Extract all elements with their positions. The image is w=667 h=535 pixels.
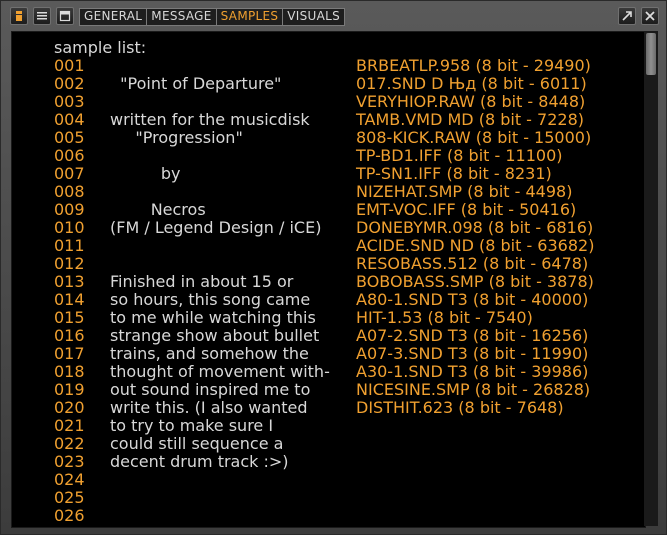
row-number: 025 <box>54 488 85 507</box>
tab-general[interactable]: GENERAL <box>80 9 148 25</box>
expand-icon <box>622 11 632 21</box>
row-number: 004 <box>54 110 85 129</box>
sample-name: 017.SND D Њд (8 bit - 6011) <box>356 74 587 93</box>
message-line: Finished in about 15 or <box>110 272 294 291</box>
row-number: 001 <box>54 56 85 75</box>
sample-name: A80-1.SND T3 (8 bit - 40000) <box>356 290 589 309</box>
sample-name: BRBEATLP.958 (8 bit - 29490) <box>356 56 591 75</box>
samples-panel: sample list: 001 BRBEATLP.958 (8 bit - 29… <box>11 31 646 528</box>
message-line: so hours, this song came <box>110 290 311 309</box>
maximize-button[interactable] <box>618 7 636 25</box>
message-line: to me while watching this <box>110 308 316 327</box>
message-line: to try to make sure I <box>110 416 274 435</box>
row-number: 021 <box>54 416 85 435</box>
player-window: GENERAL MESSAGE SAMPLES VISUALS sample l… <box>0 0 667 535</box>
sample-name: BOBOBASS.SMP (8 bit - 3878) <box>356 272 594 291</box>
tab-message[interactable]: MESSAGE <box>147 9 217 25</box>
sample-name: ACIDE.SND ND (8 bit - 63682) <box>356 236 595 255</box>
row-number: 007 <box>54 164 85 183</box>
sample-name: A07-2.SND T3 (8 bit - 16256) <box>356 326 589 345</box>
tab-bar: GENERAL MESSAGE SAMPLES VISUALS <box>79 8 346 26</box>
sample-name: TAMB.VMD MD (8 bit - 7228) <box>356 110 584 129</box>
tab-samples[interactable]: SAMPLES <box>217 9 284 25</box>
message-line: strange show about bullet <box>110 326 320 345</box>
app-icon <box>16 11 22 21</box>
message-line: could still sequence a <box>110 434 284 453</box>
sample-name: DISTHIT.623 (8 bit - 7648) <box>356 398 564 417</box>
window-mode-button[interactable] <box>56 7 74 25</box>
message-line: Necros <box>110 200 206 219</box>
sample-name: NICESINE.SMP (8 bit - 26828) <box>356 380 591 399</box>
row-number: 026 <box>54 506 85 525</box>
sample-name: RESOBASS.512 (8 bit - 6478) <box>356 254 589 273</box>
playlist-button[interactable] <box>33 7 51 25</box>
message-line: thought of movement with- <box>110 362 330 381</box>
sample-name: EMT-VOC.IFF (8 bit - 50416) <box>356 200 577 219</box>
tab-visuals[interactable]: VISUALS <box>283 9 344 25</box>
message-line: write this. (I also wanted <box>110 398 308 417</box>
sample-name: 808-KICK.RAW (8 bit - 15000) <box>356 128 592 147</box>
row-number: 009 <box>54 200 85 219</box>
message-line: by <box>110 164 181 183</box>
sample-name: TP-BD1.IFF (8 bit - 11100) <box>356 146 563 165</box>
row-number: 020 <box>54 398 85 417</box>
app-menu-button[interactable] <box>10 7 28 25</box>
row-number: 024 <box>54 470 85 489</box>
row-number: 013 <box>54 272 85 291</box>
row-number: 005 <box>54 128 85 147</box>
row-number: 008 <box>54 182 85 201</box>
message-line: "Progression" <box>110 128 243 147</box>
window-icon <box>59 10 71 22</box>
row-number: 019 <box>54 380 85 399</box>
sample-name: A30-1.SND T3 (8 bit - 39986) <box>356 362 589 381</box>
list-icon <box>37 12 47 20</box>
row-number: 022 <box>54 434 85 453</box>
message-line: out sound inspired me to <box>110 380 311 399</box>
row-number: 018 <box>54 362 85 381</box>
row-number: 012 <box>54 254 85 273</box>
sample-name: VERYHIOP.RAW (8 bit - 8448) <box>356 92 586 111</box>
sample-name: A07-3.SND T3 (8 bit - 11990) <box>356 344 589 363</box>
row-number: 014 <box>54 290 85 309</box>
list-title: sample list: <box>54 38 147 57</box>
row-number: 011 <box>54 236 85 255</box>
sample-name: NIZEHAT.SMP (8 bit - 4498) <box>356 182 573 201</box>
row-number: 016 <box>54 326 85 345</box>
sample-name: HIT-1.53 (8 bit - 7540) <box>356 308 533 327</box>
row-number: 002 <box>54 74 85 93</box>
close-button[interactable] <box>641 7 659 25</box>
row-number: 017 <box>54 344 85 363</box>
close-icon <box>645 11 655 21</box>
sample-name: TP-SN1.IFF (8 bit - 8231) <box>356 164 552 183</box>
message-line: decent drum track :>) <box>110 452 289 471</box>
message-line: (FM / Legend Design / iCE) <box>110 218 322 237</box>
row-number: 006 <box>54 146 85 165</box>
message-line: trains, and somehow the <box>110 344 309 363</box>
row-number: 003 <box>54 92 85 111</box>
row-number: 023 <box>54 452 85 471</box>
row-number: 015 <box>54 308 85 327</box>
scrollbar-thumb[interactable] <box>646 33 656 75</box>
vertical-scrollbar[interactable] <box>644 31 658 526</box>
title-bar[interactable]: GENERAL MESSAGE SAMPLES VISUALS <box>1 1 666 31</box>
message-line: written for the musicdisk <box>110 110 310 129</box>
message-line: "Point of Departure" <box>110 74 282 93</box>
row-number: 010 <box>54 218 85 237</box>
sample-name: DONEBYMR.098 (8 bit - 6816) <box>356 218 594 237</box>
